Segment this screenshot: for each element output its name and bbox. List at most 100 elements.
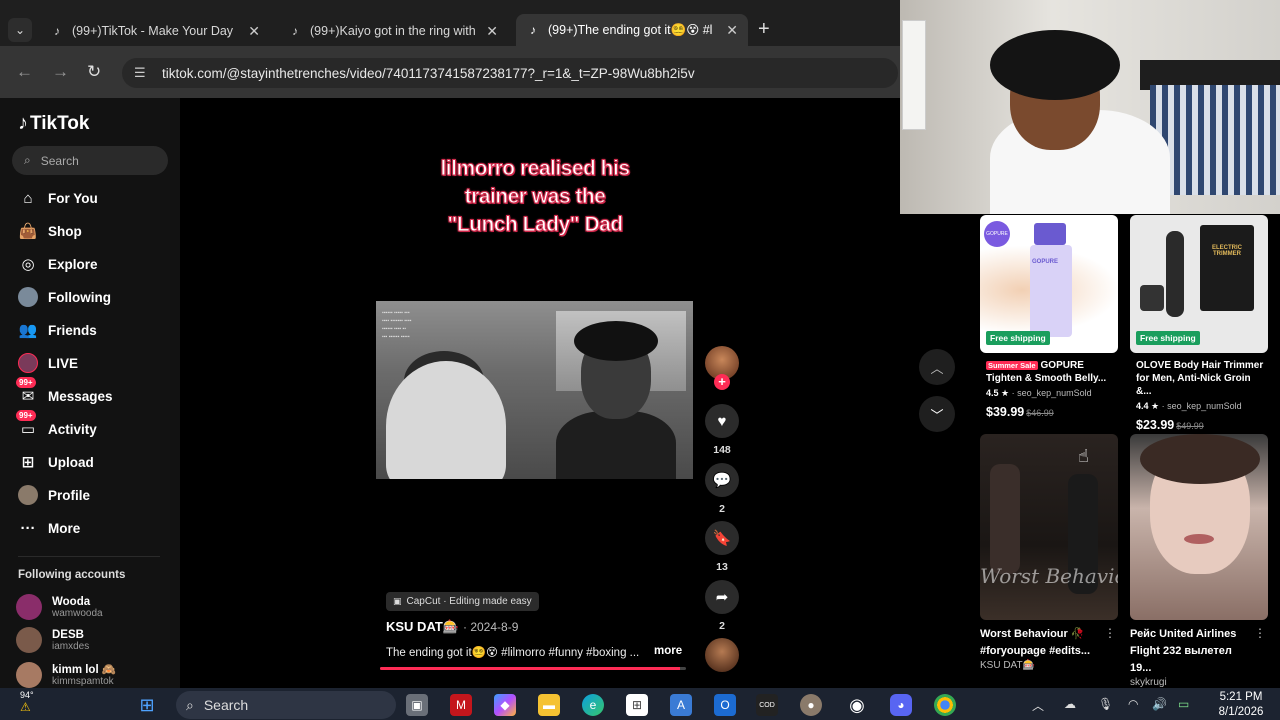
chrome-icon[interactable]	[934, 694, 956, 716]
upload-icon: ⊞	[21, 454, 35, 471]
following-account[interactable]: Wooda wamwooda	[16, 594, 103, 620]
call-of-duty-icon[interactable]: COD	[756, 694, 778, 716]
sidebar-item-shop[interactable]: 👜 Shop	[18, 219, 82, 243]
share-button[interactable]: ➦ 2	[704, 580, 740, 632]
sidebar-item-profile[interactable]: Profile	[18, 483, 90, 507]
discord-icon[interactable]: ◕	[890, 694, 912, 716]
clock-time: 5:21 PM	[1219, 691, 1263, 703]
profile-avatar-icon	[18, 485, 38, 505]
reload-icon[interactable]: ↻	[87, 62, 101, 82]
microphone-icon[interactable]: 🎙	[1098, 697, 1113, 711]
mcafee-icon[interactable]: M	[450, 694, 472, 716]
price-value: $23.99	[1136, 418, 1175, 432]
video-author[interactable]: KSU DAT🎰 · 2024-8-9	[386, 619, 518, 635]
more-button[interactable]: more	[654, 645, 682, 657]
music-disc-avatar[interactable]	[705, 638, 739, 672]
taskbar-search[interactable]: ⌕ Search	[176, 691, 396, 719]
kebab-menu-icon[interactable]: ⋮	[1254, 626, 1266, 640]
original-price: $46.99	[1026, 408, 1054, 418]
sidebar-item-for-you[interactable]: ⌂ For You	[18, 186, 98, 210]
task-view-icon[interactable]: ▣	[406, 694, 428, 716]
browser-tab-2[interactable]: ♪ (99+)Kaiyo got in the ring with ✕	[278, 16, 508, 46]
star-icon: ★	[1151, 401, 1160, 411]
account-handle: iamxdes	[52, 640, 90, 652]
rating-value: 4.4	[1136, 401, 1149, 411]
kebab-menu-icon[interactable]: ⋮	[1104, 626, 1116, 640]
sidebar-item-label: Shop	[48, 223, 82, 239]
sidebar-item-following[interactable]: Following	[18, 285, 111, 309]
sidebar-item-upload[interactable]: ⊞ Upload	[18, 450, 94, 474]
close-tab-icon[interactable]: ✕	[726, 22, 738, 39]
gopure-logo: GOPURE	[984, 221, 1010, 247]
like-button[interactable]: ♥ 148	[704, 404, 740, 456]
close-tab-icon[interactable]: ✕	[248, 23, 260, 40]
product-card-trimmer[interactable]: ELECTRIC TRIMMER Free shipping OLOVE Bod…	[1130, 215, 1268, 432]
messages-icon: ✉ 99+	[16, 377, 38, 406]
sidebar-item-activity[interactable]: ▭ 99+ Activity	[16, 410, 97, 441]
video-card-united-airlines[interactable]: Рейс United Airlines Flight 232 вылетел …	[1130, 434, 1268, 688]
product-card-gopure[interactable]: GOPURE GOPURE Free shipping Summer Sale G…	[980, 215, 1118, 419]
search-input[interactable]: ⌕ Search	[12, 146, 168, 175]
copilot-icon[interactable]: ◆	[494, 694, 516, 716]
browser-tab-1[interactable]: ♪ (99+)TikTok - Make Your Day ✕	[40, 16, 270, 46]
system-clock[interactable]: 5:21 PM 8/1/2026	[1206, 690, 1276, 720]
sidebar-item-live[interactable]: LIVE	[18, 351, 78, 375]
product-image: GOPURE GOPURE Free shipping	[980, 215, 1118, 353]
video-progress-bar[interactable]	[380, 667, 686, 670]
product-title: Summer Sale GOPURE Tighten & Smooth Belly…	[980, 359, 1118, 385]
back-icon[interactable]: ←	[16, 62, 33, 82]
tab-search-chevron-icon[interactable]: ⌄	[8, 18, 32, 42]
battery-icon[interactable]: ▭	[1178, 697, 1189, 711]
search-icon: ⌕	[186, 696, 194, 713]
product-brand-text: GOPURE	[1032, 259, 1059, 265]
forward-icon[interactable]: →	[52, 62, 69, 82]
new-tab-icon[interactable]: +	[758, 18, 770, 41]
video-player[interactable]: ▪▪▪▪▪▪ ▪▪▪▪▪ ▪▪▪ ▪▪▪▪ ▪▪▪▪▪▪▪ ▪▪▪▪ ▪▪▪▪▪▪ …	[376, 301, 693, 479]
tiktok-logo[interactable]: ♪ TikTok	[18, 112, 89, 135]
video-card-worst-behaviour[interactable]: Worst Behavior Worst Behaviour 🥀 #foryou…	[980, 434, 1118, 671]
weather-widget[interactable]: 94° ⚠	[20, 690, 50, 714]
save-button[interactable]: 🔖 13	[704, 521, 740, 573]
capcut-tag[interactable]: ▣ CapCut · Editing made easy	[386, 592, 539, 611]
wifi-icon[interactable]: ◠	[1128, 697, 1138, 711]
close-tab-icon[interactable]: ✕	[486, 23, 498, 40]
tiktok-favicon-icon: ♪	[530, 23, 536, 37]
follow-plus-icon[interactable]: +	[714, 374, 730, 390]
search-placeholder: Search	[40, 153, 79, 168]
volume-icon[interactable]: 🔊	[1152, 697, 1167, 711]
obs-icon[interactable]: ◉	[846, 694, 868, 716]
tab-title: (99+)TikTok - Make Your Day	[72, 24, 234, 38]
sidebar-item-more[interactable]: ··· More	[18, 516, 81, 540]
chevron-up-icon[interactable]: ︿	[1032, 697, 1044, 714]
sidebar-item-messages[interactable]: ✉ 99+ Messages	[16, 377, 113, 408]
share-count: 2	[719, 620, 725, 632]
following-account[interactable]: kimm lol 🙈 kimmspamtok	[16, 661, 116, 688]
app-avatar-icon[interactable]: ●	[800, 694, 822, 716]
app-icon[interactable]: A	[670, 694, 692, 716]
windows-start-icon[interactable]: ⊞	[136, 694, 158, 716]
following-account[interactable]: DESB iamxdes	[16, 627, 89, 653]
next-video-button[interactable]: ﹀	[919, 396, 955, 432]
capcut-label: CapCut · Editing made easy	[406, 596, 532, 607]
more-dots-icon: ···	[20, 519, 36, 537]
sidebar-item-explore[interactable]: ◎ Explore	[18, 252, 97, 276]
site-settings-icon[interactable]: ☰	[134, 65, 150, 81]
webcam-overlay	[900, 0, 1280, 214]
tiktok-note-icon: ♪	[18, 112, 28, 134]
sidebar-item-label: For You	[48, 190, 98, 206]
microsoft-store-icon[interactable]: ⊞	[626, 694, 648, 716]
comment-count: 2	[719, 503, 725, 515]
video-caption-overlay: lilmorro realised his trainer was the "L…	[380, 155, 690, 239]
video-thumbnail	[1130, 434, 1268, 620]
comment-button[interactable]: 💬 2	[704, 463, 740, 515]
sidebar-item-friends[interactable]: 👥 Friends	[18, 318, 97, 342]
outlook-icon[interactable]: O	[714, 694, 736, 716]
url-field[interactable]: ☰ tiktok.com/@stayinthetrenches/video/74…	[122, 58, 898, 88]
save-count: 13	[716, 561, 728, 573]
video-author: KSU DAT🎰	[980, 660, 1036, 671]
file-explorer-icon[interactable]: ▬	[538, 694, 560, 716]
onedrive-icon[interactable]: ☁	[1064, 697, 1076, 711]
clock-date: 8/1/2026	[1218, 706, 1264, 718]
previous-video-button[interactable]: ︿	[919, 349, 955, 385]
edge-icon[interactable]: e	[582, 694, 604, 716]
